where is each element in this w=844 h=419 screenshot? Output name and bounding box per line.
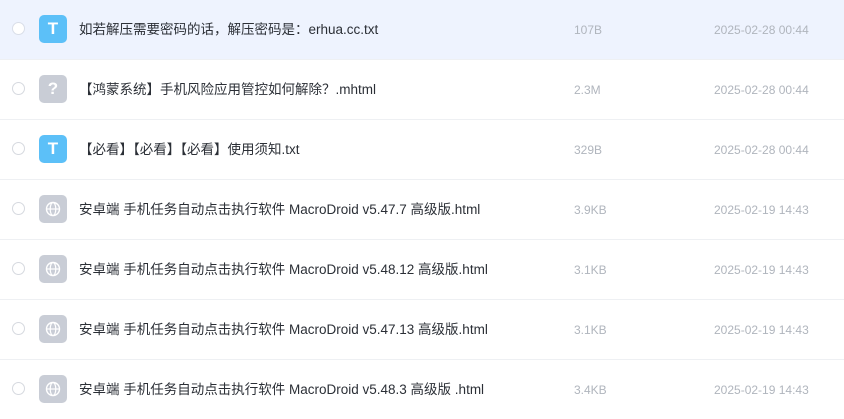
- file-name[interactable]: 如若解压需要密码的话，解压密码是：erhua.cc.txt: [79, 21, 378, 39]
- file-size: 329B: [574, 143, 603, 157]
- file-size: 3.1KB: [574, 323, 607, 337]
- file-date: 2025-02-19 14:43: [714, 203, 809, 217]
- row-checkbox[interactable]: [12, 262, 25, 275]
- row-checkbox[interactable]: [12, 202, 25, 215]
- file-name[interactable]: 安卓端 手机任务自动点击执行软件 MacroDroid v5.47.7 高级版.…: [79, 201, 480, 219]
- txt-file-icon: T: [39, 15, 67, 43]
- file-size: 2.3M: [574, 83, 601, 97]
- html-file-icon: [39, 375, 67, 403]
- file-row[interactable]: T 如若解压需要密码的话，解压密码是：erhua.cc.txt 107B 202…: [0, 0, 844, 60]
- html-file-icon: [39, 315, 67, 343]
- globe-icon: [45, 381, 61, 397]
- file-size: 107B: [574, 23, 603, 37]
- html-file-icon: [39, 195, 67, 223]
- file-size: 3.9KB: [574, 203, 607, 217]
- file-row[interactable]: 安卓端 手机任务自动点击执行软件 MacroDroid v5.48.3 高级版 …: [0, 360, 844, 419]
- file-list: T 如若解压需要密码的话，解压密码是：erhua.cc.txt 107B 202…: [0, 0, 844, 419]
- file-date: 2025-02-19 14:43: [714, 323, 809, 337]
- file-size: 3.4KB: [574, 383, 607, 397]
- file-row[interactable]: 安卓端 手机任务自动点击执行软件 MacroDroid v5.47.7 高级版.…: [0, 180, 844, 240]
- file-name[interactable]: 安卓端 手机任务自动点击执行软件 MacroDroid v5.48.3 高级版 …: [79, 381, 484, 399]
- file-name[interactable]: 【必看】【必看】【必看】使用须知.txt: [79, 141, 300, 159]
- row-checkbox[interactable]: [12, 142, 25, 155]
- row-checkbox[interactable]: [12, 322, 25, 335]
- row-checkbox[interactable]: [12, 22, 25, 35]
- globe-icon: [45, 321, 61, 337]
- globe-icon: [45, 261, 61, 277]
- file-date: 2025-02-28 00:44: [714, 83, 809, 97]
- globe-icon: [45, 201, 61, 217]
- file-name[interactable]: 安卓端 手机任务自动点击执行软件 MacroDroid v5.47.13 高级版…: [79, 321, 488, 339]
- html-file-icon: [39, 255, 67, 283]
- file-size: 3.1KB: [574, 263, 607, 277]
- file-date: 2025-02-28 00:44: [714, 143, 809, 157]
- file-date: 2025-02-28 00:44: [714, 23, 809, 37]
- row-checkbox[interactable]: [12, 382, 25, 395]
- file-name[interactable]: 安卓端 手机任务自动点击执行软件 MacroDroid v5.48.12 高级版…: [79, 261, 488, 279]
- file-date: 2025-02-19 14:43: [714, 383, 809, 397]
- row-checkbox[interactable]: [12, 82, 25, 95]
- file-name[interactable]: 【鸿蒙系统】手机风险应用管控如何解除？.mhtml: [79, 81, 376, 99]
- unknown-file-icon: ?: [39, 75, 67, 103]
- txt-file-icon: T: [39, 135, 67, 163]
- file-row[interactable]: 安卓端 手机任务自动点击执行软件 MacroDroid v5.48.12 高级版…: [0, 240, 844, 300]
- file-row[interactable]: ? 【鸿蒙系统】手机风险应用管控如何解除？.mhtml 2.3M 2025-02…: [0, 60, 844, 120]
- file-row[interactable]: 安卓端 手机任务自动点击执行软件 MacroDroid v5.47.13 高级版…: [0, 300, 844, 360]
- file-row[interactable]: T 【必看】【必看】【必看】使用须知.txt 329B 2025-02-28 0…: [0, 120, 844, 180]
- file-date: 2025-02-19 14:43: [714, 263, 809, 277]
